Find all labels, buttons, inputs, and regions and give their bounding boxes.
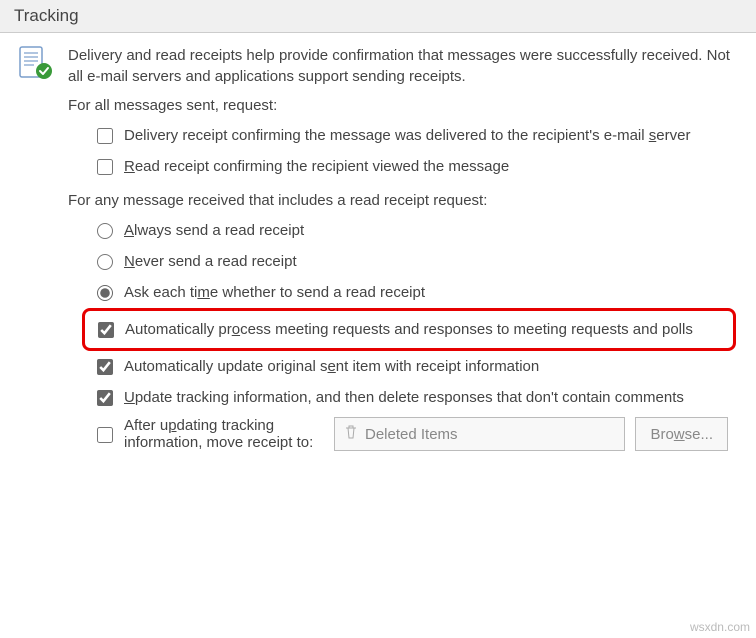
read-receipt-checkbox-slot	[96, 158, 114, 176]
auto-update-checkbox[interactable]	[97, 359, 113, 375]
always-send-row: Always send a read receipt	[96, 215, 722, 246]
intro-text: Delivery and read receipts help provide …	[68, 43, 742, 87]
always-send-radio[interactable]	[97, 223, 113, 239]
update-delete-checkbox[interactable]	[97, 390, 113, 406]
delivery-receipt-row: Delivery receipt confirming the message …	[96, 120, 722, 151]
read-receipt-checkbox[interactable]	[97, 159, 113, 175]
update-delete-checkbox-slot	[96, 389, 114, 407]
never-send-radio[interactable]	[97, 254, 113, 270]
received-section-label: For any message received that includes a…	[68, 192, 742, 209]
deleted-items-field: Deleted Items	[334, 417, 625, 451]
auto-update-row: Automatically update original sent item …	[96, 351, 722, 382]
intro-row: Delivery and read receipts help provide …	[14, 43, 742, 87]
tracking-icon	[14, 43, 54, 87]
read-receipt-row: Read receipt confirming the recipient vi…	[96, 151, 722, 182]
tracking-content: Delivery and read receipts help provide …	[0, 33, 756, 461]
after-updating-checkbox-slot	[96, 426, 114, 444]
update-delete-row: Update tracking information, and then de…	[96, 382, 722, 413]
auto-update-checkbox-slot	[96, 358, 114, 376]
after-updating-checkbox[interactable]	[97, 427, 113, 443]
auto-process-label[interactable]: Automatically process meeting requests a…	[125, 319, 693, 340]
after-updating-label[interactable]: After updating tracking information, mov…	[124, 417, 324, 451]
never-send-row: Never send a read receipt	[96, 246, 722, 277]
sent-section-label: For all messages sent, request:	[68, 97, 742, 114]
after-updating-row: After updating tracking information, mov…	[96, 417, 728, 451]
update-delete-label[interactable]: Update tracking information, and then de…	[124, 387, 684, 408]
auto-update-label[interactable]: Automatically update original sent item …	[124, 356, 539, 377]
always-radio-slot	[96, 222, 114, 240]
delivery-receipt-checkbox-slot	[96, 127, 114, 145]
delivery-receipt-label[interactable]: Delivery receipt confirming the message …	[124, 125, 690, 146]
never-radio-slot	[96, 253, 114, 271]
auto-process-checkbox[interactable]	[98, 322, 114, 338]
auto-process-checkbox-slot	[97, 321, 115, 339]
never-send-label[interactable]: Never send a read receipt	[124, 251, 297, 272]
trash-icon	[343, 424, 359, 444]
ask-each-time-row: Ask each time whether to send a read rec…	[96, 277, 722, 308]
deleted-items-text: Deleted Items	[365, 426, 458, 443]
section-title: Tracking	[14, 6, 79, 25]
delivery-receipt-checkbox[interactable]	[97, 128, 113, 144]
ask-each-time-radio[interactable]	[97, 285, 113, 301]
browse-button: Browse...	[635, 417, 728, 451]
watermark: wsxdn.com	[690, 620, 750, 634]
ask-each-time-label[interactable]: Ask each time whether to send a read rec…	[124, 282, 425, 303]
section-header: Tracking	[0, 0, 756, 33]
always-send-label[interactable]: Always send a read receipt	[124, 220, 304, 241]
ask-radio-slot	[96, 284, 114, 302]
read-receipt-label[interactable]: Read receipt confirming the recipient vi…	[124, 156, 509, 177]
auto-process-row: Automatically process meeting requests a…	[82, 308, 736, 351]
